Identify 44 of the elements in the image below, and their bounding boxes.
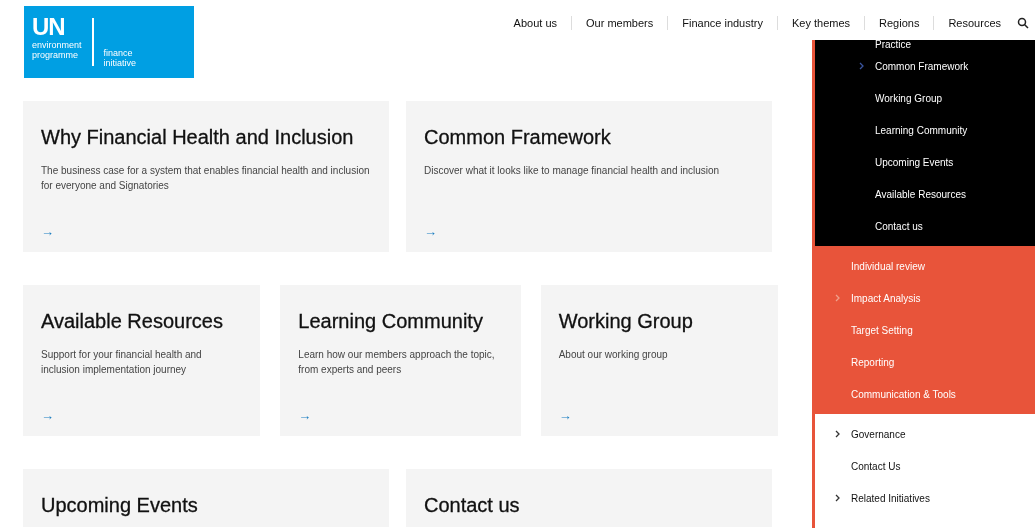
- card-description: About our working group: [558, 348, 669, 362]
- menu-item[interactable]: Contact us: [875, 220, 923, 232]
- nav-link[interactable]: Regions: [865, 16, 935, 30]
- menu-item[interactable]: Learning Community: [875, 124, 968, 136]
- menu-item[interactable]: Impact Analysis: [851, 292, 921, 304]
- search-icon[interactable]: [1017, 17, 1029, 29]
- arrow-link[interactable]: →: [41, 410, 54, 422]
- menu-item[interactable]: Individual review: [851, 260, 925, 272]
- card-description: Learn how our members approach the topic, from experts and peers: [298, 348, 496, 377]
- nav-link[interactable]: Our members: [572, 16, 669, 30]
- arrow-link[interactable]: →: [41, 226, 54, 238]
- nav-link[interactable]: Finance industry: [668, 16, 778, 30]
- menu-item[interactable]: Upcoming Events: [875, 156, 954, 168]
- nav-link[interactable]: Key themes: [777, 16, 866, 30]
- card-description: Discover what it looks like to manage financial health and inclusion: [424, 164, 721, 178]
- menu-item[interactable]: Contact Us: [851, 460, 901, 472]
- arrow-link[interactable]: →: [424, 226, 437, 238]
- nav-link[interactable]: About us: [499, 16, 572, 30]
- arrow-link[interactable]: →: [558, 410, 572, 422]
- menu-item[interactable]: Common Framework: [875, 60, 969, 72]
- menu-item[interactable]: Practice: [875, 40, 912, 50]
- card-description: Support for your financial health and inclusion implementation journey: [41, 348, 203, 377]
- nav-link[interactable]: Resources: [934, 16, 1015, 30]
- logo-text: finance initiative: [103, 48, 137, 68]
- menu-item[interactable]: Related Initiatives: [851, 492, 930, 504]
- arrow-link[interactable]: →: [298, 410, 312, 422]
- menu-item[interactable]: Available Resources: [875, 188, 966, 200]
- card-title[interactable]: Why Financial Health and Inclusion: [41, 123, 371, 151]
- card-title[interactable]: Contact us: [424, 491, 754, 519]
- card-title[interactable]: Available Resources: [41, 307, 243, 335]
- menu-item[interactable]: Target Setting: [851, 324, 913, 336]
- menu-item[interactable]: Communication & Tools: [851, 388, 956, 400]
- card-title[interactable]: Learning Community: [298, 307, 503, 335]
- card-title[interactable]: Upcoming Events: [41, 491, 371, 519]
- logo-mark: UN: [32, 14, 66, 40]
- chevron-icon[interactable]: [835, 494, 840, 502]
- menu-item[interactable]: Reporting: [851, 356, 895, 368]
- chevron-icon[interactable]: [835, 430, 840, 438]
- menu-item[interactable]: Working Group: [875, 92, 943, 104]
- card-title[interactable]: Working Group: [558, 307, 760, 335]
- menu-item[interactable]: Governance: [851, 428, 906, 440]
- logo-text: environment programme: [32, 40, 82, 60]
- card-title[interactable]: Common Framework: [424, 123, 754, 151]
- card-description: The business case for a system that enables financial health and inclusion for everyone and Signatories: [41, 164, 371, 193]
